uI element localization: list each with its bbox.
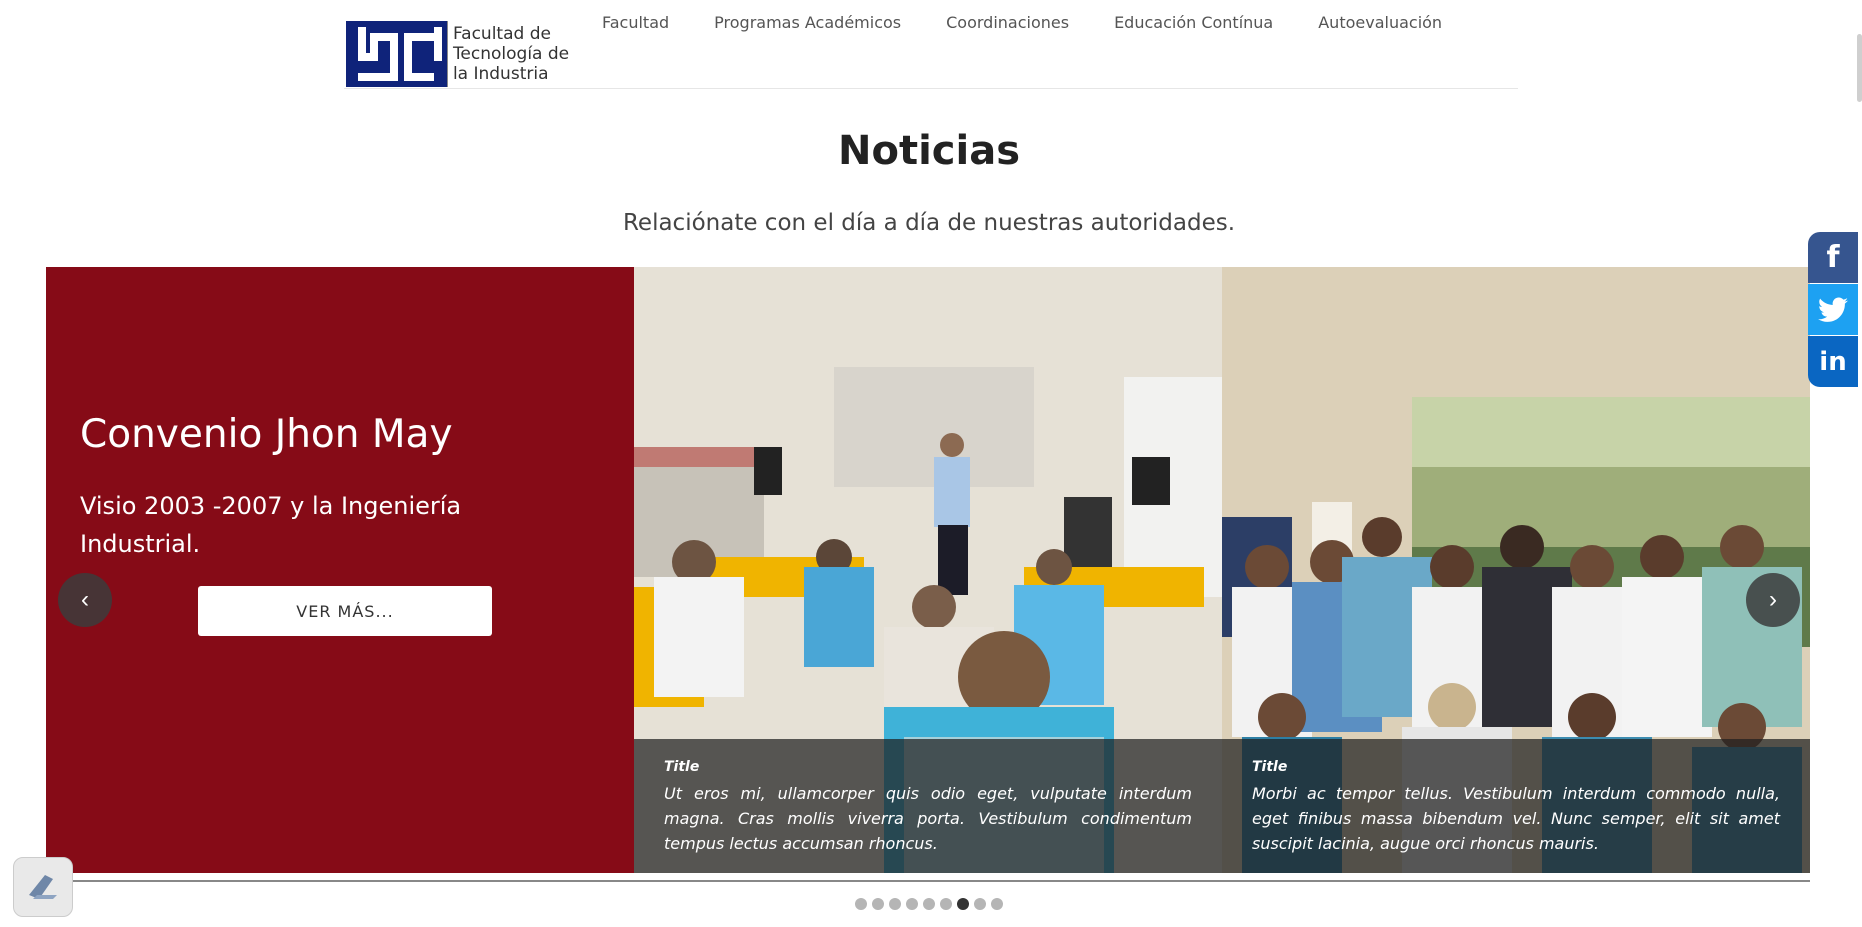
carousel-dot[interactable]: [991, 898, 1003, 910]
carousel-dot[interactable]: [974, 898, 986, 910]
section-title: Noticias: [837, 128, 1020, 174]
carousel-dot[interactable]: [855, 898, 867, 910]
news-card[interactable]: Title Ut eros mi, ullamcorper quis odio …: [634, 267, 1222, 873]
news-caption-title: Title: [664, 759, 700, 775]
logo-divider: [446, 21, 448, 87]
carousel-dot[interactable]: [889, 898, 901, 910]
main-nav: Facultad Programas Académicos Coordinaci…: [602, 13, 1487, 32]
carousel-dot[interactable]: [906, 898, 918, 910]
news-caption-text: Morbi ac tempor tellus. Vestibulum inter…: [1252, 784, 1780, 853]
floating-widget-button[interactable]: [13, 857, 73, 917]
faculty-name: Facultad de Tecnología de la Industria: [452, 24, 570, 84]
carousel-dot[interactable]: [957, 898, 969, 910]
ver-mas-button[interactable]: VER MÁS...: [198, 586, 492, 636]
lightning-icon: [29, 875, 57, 899]
uni-logo[interactable]: Facultad de Tecnología de la Industria: [346, 21, 586, 87]
twitter-icon[interactable]: [1808, 284, 1858, 335]
facebook-icon[interactable]: f: [1808, 232, 1858, 283]
carousel-dot[interactable]: [923, 898, 935, 910]
carousel-next-button[interactable]: ›: [1746, 573, 1800, 627]
carousel-dot[interactable]: [872, 898, 884, 910]
carousel-divider: [46, 880, 1810, 882]
linkedin-icon[interactable]: in: [1808, 336, 1858, 387]
section-subtitle: Relaciónate con el día a día de nuestras…: [622, 210, 1236, 236]
uni-logo-mark: [346, 21, 447, 87]
social-share-bar: f in: [1808, 232, 1858, 388]
nav-item-coordinaciones[interactable]: Coordinaciones: [946, 13, 1069, 32]
featured-news-text: Visio 2003 -2007 y la Ingeniería Industr…: [80, 492, 462, 558]
site-header: Facultad de Tecnología de la Industria F…: [344, 0, 1518, 89]
twitter-bird-glyph: [1818, 297, 1848, 322]
carousel-pagination: [855, 898, 1008, 910]
news-carousel: Convenio Jhon May Visio 2003 -2007 y la …: [46, 267, 1810, 873]
news-caption-text: Ut eros mi, ullamcorper quis odio eget, …: [664, 784, 1192, 853]
page-scrollbar[interactable]: [1857, 34, 1862, 102]
carousel-prev-button[interactable]: ‹: [58, 573, 112, 627]
carousel-dot[interactable]: [940, 898, 952, 910]
news-caption: Title Ut eros mi, ullamcorper quis odio …: [634, 739, 1222, 873]
nav-item-educacion-continua[interactable]: Educación Contínua: [1114, 13, 1273, 32]
featured-news-card: Convenio Jhon May Visio 2003 -2007 y la …: [46, 267, 634, 873]
nav-item-autoevaluacion[interactable]: Autoevaluación: [1318, 13, 1442, 32]
news-card[interactable]: Title Morbi ac tempor tellus. Vestibulum…: [1222, 267, 1810, 873]
news-caption: Title Morbi ac tempor tellus. Vestibulum…: [1222, 739, 1810, 873]
nav-item-programas[interactable]: Programas Académicos: [714, 13, 901, 32]
featured-news-title: Convenio Jhon May: [80, 412, 453, 457]
nav-item-facultad[interactable]: Facultad: [602, 13, 669, 32]
news-caption-title: Title: [1252, 759, 1288, 775]
